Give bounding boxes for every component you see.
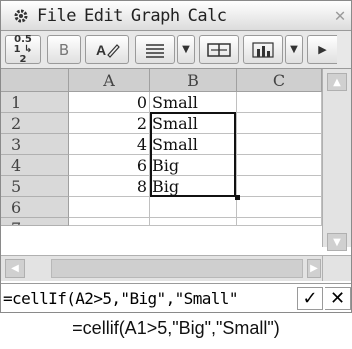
cell-b2[interactable]: Small <box>150 113 237 134</box>
menu-file[interactable]: File <box>37 6 76 26</box>
row-header-5[interactable]: 5 <box>1 176 69 197</box>
cell-c6[interactable] <box>237 197 322 218</box>
check-icon: ✓ <box>302 288 318 309</box>
column-width-icon <box>207 42 231 57</box>
cell-a7[interactable] <box>69 218 150 226</box>
cell-b4[interactable]: Big <box>150 155 237 176</box>
bold-button[interactable]: B <box>47 35 81 64</box>
toolbar-scroll-right[interactable]: ▶ <box>307 35 337 64</box>
bold-label: B <box>58 40 70 59</box>
spreadsheet-window: File Edit Graph Calc ✕ 0.5 1 ↳ 2 B A ▼ ▼… <box>0 0 352 313</box>
graph-button[interactable] <box>243 35 283 64</box>
cell-b5[interactable]: Big <box>150 176 237 197</box>
cell-edit-icon: A <box>96 42 120 58</box>
align-lines-icon <box>146 43 164 58</box>
cell-b3[interactable]: Small <box>150 134 237 155</box>
menu-calc[interactable]: Calc <box>188 6 227 26</box>
cell-a3[interactable]: 4 <box>69 134 150 155</box>
row-header-1[interactable]: 1 <box>1 92 69 113</box>
fraction-decimal-button[interactable]: 0.5 1 ↳ 2 <box>5 33 41 65</box>
close-icon[interactable]: ✕ <box>335 5 346 26</box>
column-header-a[interactable]: A <box>69 69 150 92</box>
scrollbar-corner <box>322 255 351 281</box>
cell-c4[interactable] <box>237 155 322 176</box>
fraction-decimal-label: 0.5 1 ↳ 2 <box>13 33 33 65</box>
horizontal-scrollbar[interactable]: ◀ ▶ <box>1 255 322 281</box>
row-header-4[interactable]: 4 <box>1 155 69 176</box>
scroll-left-icon[interactable]: ◀ <box>5 259 25 278</box>
horizontal-scroll-thumb[interactable] <box>51 259 303 278</box>
cell-a2[interactable]: 2 <box>69 113 150 134</box>
spreadsheet-grid: A B C 1 0 Small 2 2 Small 3 4 Small 4 6 … <box>1 69 351 245</box>
cell-b6[interactable] <box>150 197 237 218</box>
column-header-b[interactable]: B <box>150 69 237 92</box>
cell-a4[interactable]: 6 <box>69 155 150 176</box>
corner-header[interactable] <box>1 69 69 92</box>
cell-c3[interactable] <box>237 134 322 155</box>
cross-icon: ✕ <box>329 288 346 309</box>
menu-edit[interactable]: Edit <box>84 6 123 26</box>
column-header-c[interactable]: C <box>237 69 322 92</box>
confirm-button[interactable]: ✓ <box>297 287 323 310</box>
cell-c2[interactable] <box>237 113 322 134</box>
scroll-right-icon[interactable]: ▶ <box>307 259 321 278</box>
cell-a1[interactable]: 0 <box>69 92 150 113</box>
formula-input[interactable]: =cellIf(A2>5,"Big","Small" <box>3 289 238 308</box>
menu-bar: File Edit Graph Calc ✕ <box>1 1 351 31</box>
scroll-down-icon[interactable]: ▼ <box>327 233 347 251</box>
fill-handle[interactable] <box>235 195 240 200</box>
scroll-up-icon[interactable]: ▲ <box>327 73 347 91</box>
row-header-3[interactable]: 3 <box>1 134 69 155</box>
menu-graph[interactable]: Graph <box>131 6 180 26</box>
cell-c5[interactable] <box>237 176 322 197</box>
caption-formula: =cellif(A1>5,"Big","Small") <box>72 318 280 338</box>
row-header-6[interactable]: 6 <box>1 197 69 218</box>
cell-b1[interactable]: Small <box>150 92 237 113</box>
cell-a6[interactable] <box>69 197 150 218</box>
vertical-scrollbar[interactable]: ▲ ▼ <box>322 69 351 251</box>
row-header-7[interactable]: 7 <box>1 218 69 226</box>
cell-c7[interactable] <box>237 218 322 226</box>
align-dropdown[interactable]: ▼ <box>177 35 195 64</box>
graph-dropdown[interactable]: ▼ <box>285 35 303 64</box>
cell-c1[interactable] <box>237 92 322 113</box>
arrow-right-icon: ▶ <box>318 43 327 56</box>
cell-a5[interactable]: 8 <box>69 176 150 197</box>
row-header-2[interactable]: 2 <box>1 113 69 134</box>
bar-graph-icon <box>252 41 274 58</box>
column-width-button[interactable] <box>199 35 239 64</box>
edit-line: =cellIf(A2>5,"Big","Small" ✓ ✕ <box>1 283 351 312</box>
svg-text:A: A <box>96 42 106 58</box>
cell-edit-button[interactable]: A <box>85 35 129 64</box>
toolbar: 0.5 1 ↳ 2 B A ▼ ▼ ▶ <box>1 31 351 69</box>
chevron-down-icon: ▼ <box>182 44 190 55</box>
cancel-button[interactable]: ✕ <box>325 287 351 310</box>
cell-b7[interactable] <box>150 218 237 226</box>
align-button[interactable] <box>135 35 175 64</box>
gear-icon[interactable] <box>13 8 29 24</box>
chevron-down-icon: ▼ <box>290 44 298 55</box>
